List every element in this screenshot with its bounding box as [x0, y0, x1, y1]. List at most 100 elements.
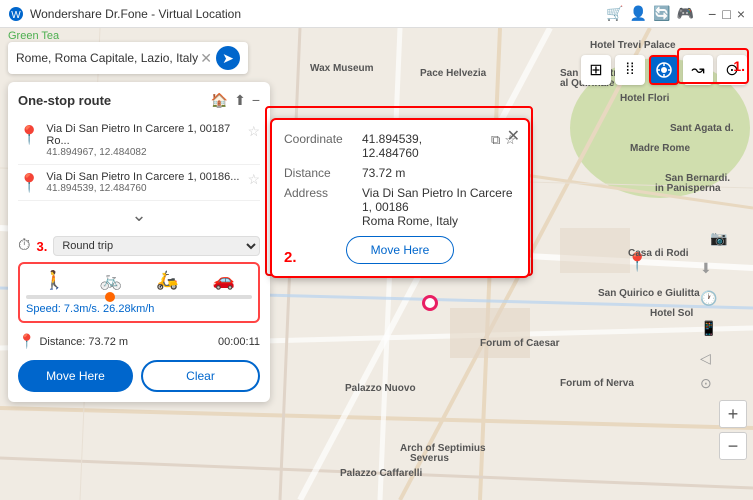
app-icon: W [8, 6, 24, 22]
map-label-casa-rodi: Casa di Rodi [628, 248, 689, 259]
title-bar-text: Wondershare Dr.Fone - Virtual Location [30, 7, 606, 21]
toolbar-top-row: ⊞ ⁞⁞ ↝ ⊙ [581, 55, 747, 85]
map-label-panisperna: in Panisperna [655, 183, 721, 194]
speed-text: Speed: 7.3m/s. 26.28km/h [26, 303, 252, 315]
map-label-caffarelli: Palazzo Caffarelli [340, 468, 422, 479]
map-label-forum-caesar: Forum of Caesar [480, 338, 559, 349]
popup-row-coordinate: Coordinate 41.894539, 12.484760 ⧉ ☆ [284, 132, 516, 160]
location-icon: 📍 [18, 333, 35, 350]
route-info-origin: Via Di San Pietro In Carcere 1, 00187 Ro… [46, 123, 241, 158]
popup-box: ✕ Coordinate 41.894539, 12.484760 ⧉ ☆ Di… [270, 118, 530, 278]
right-toolbar: ⊞ ⁞⁞ ↝ ⊙ [581, 55, 747, 85]
map-label-hotel-sol: Hotel Sol [650, 308, 693, 319]
star-icon-dest[interactable]: ☆ [247, 171, 260, 188]
popup-row-address: Address Via Di San Pietro In Carcere 1, … [284, 186, 516, 228]
user-icon[interactable]: 👤 [630, 5, 647, 22]
walk-icon[interactable]: 🚶 [43, 270, 65, 291]
popup-coord-value: 41.894539, 12.484760 [362, 132, 479, 160]
search-text: Rome, Roma Capitale, Lazio, Italy [16, 51, 200, 65]
popup-row-distance: Distance 73.72 m [284, 166, 516, 180]
search-clear-icon[interactable]: ✕ [200, 50, 212, 67]
home-icon[interactable]: 🏠 [211, 92, 228, 109]
origin-coords: 41.894967, 12.484082 [46, 147, 241, 158]
timer-row: ⏱ 3. Round trip [18, 236, 260, 256]
popup-addr-value: Via Di San Pietro In Carcere 1, 00186 Ro… [362, 186, 516, 228]
map-label-forum-nerva: Forum of Nerva [560, 378, 634, 389]
popup-close-button[interactable]: ✕ [507, 126, 520, 146]
refresh-icon[interactable]: 🔄 [653, 5, 670, 22]
svg-text:◁: ◁ [700, 350, 711, 366]
svg-text:⬇: ⬇ [700, 260, 712, 276]
close-btn[interactable]: × [737, 6, 745, 22]
popup-dist-label: Distance [284, 166, 354, 180]
zoom-in-button[interactable]: + [719, 400, 747, 428]
route-info-dest: Via Di San Pietro In Carcere 1, 00186...… [46, 171, 241, 194]
label-3: 3. [36, 239, 47, 254]
left-panel: One-stop route 🏠 ⬆ − 📍 Via Di San Pietro… [8, 82, 270, 402]
clear-button[interactable]: Clear [141, 360, 260, 392]
bottom-right-controls: + − [719, 400, 747, 460]
dest-dot: 📍 [18, 173, 40, 194]
timer-icon: ⏱ [18, 237, 30, 255]
svg-text:W: W [11, 10, 21, 21]
chevron-down-icon: ⌄ [131, 205, 146, 225]
map-label-hotel-flori: Hotel Flori [620, 93, 669, 104]
cart-icon[interactable]: 🛒 [606, 5, 623, 22]
zoom-out-button[interactable]: − [719, 432, 747, 460]
popup-coord-label: Coordinate [284, 132, 354, 160]
green-tea-label: Green Tea [8, 30, 59, 42]
round-trip-select[interactable]: Round trip [53, 236, 260, 256]
title-bar-controls: 🛒 👤 🔄 🎮 − □ × [606, 5, 745, 22]
map-label-severus: Severus [410, 453, 449, 464]
label-1: 1. [733, 58, 745, 74]
game-icon[interactable]: 🎮 [677, 5, 694, 22]
chevron-row: ⌄ [18, 201, 260, 230]
distance-label: Distance: 73.72 m [39, 336, 218, 348]
teleport-icon-btn[interactable] [649, 55, 679, 85]
teleport-icon [655, 61, 673, 79]
info-row-distance: 📍 Distance: 73.72 m 00:00:11 [18, 329, 260, 354]
panel-header: One-stop route 🏠 ⬆ − [18, 92, 260, 109]
origin-name: Via Di San Pietro In Carcere 1, 00187 Ro… [46, 123, 241, 147]
route-icon-btn[interactable]: ↝ [683, 55, 713, 85]
search-go-button[interactable]: ➤ [216, 46, 240, 70]
label-2: 2. [284, 249, 297, 266]
time-label: 00:00:11 [218, 336, 260, 348]
bottom-buttons: Move Here Clear [18, 360, 260, 392]
panel-title: One-stop route [18, 93, 111, 108]
title-bar: W Wondershare Dr.Fone - Virtual Location… [0, 0, 753, 28]
minimize-btn[interactable]: − [708, 6, 716, 22]
minimize-panel-icon[interactable]: − [252, 92, 260, 109]
transport-section: ⏱ 3. Round trip 🚶 🚲 🛵 🚗 Speed: 7.3m/s. 2… [18, 236, 260, 392]
map-label-pace: Pace Helvezia [420, 68, 486, 79]
arrow-right-icon: ➤ [222, 50, 234, 67]
route-item-origin: 📍 Via Di San Pietro In Carcere 1, 00187 … [18, 117, 260, 165]
maximize-btn[interactable]: □ [722, 6, 730, 22]
grid-icon-btn[interactable]: ⊞ [581, 55, 611, 85]
star-icon-origin[interactable]: ☆ [247, 123, 260, 140]
popup-addr-label: Address [284, 186, 354, 200]
origin-dot: 📍 [18, 125, 40, 146]
map-label-hotel-trevi: Hotel Trevi Palace [590, 40, 676, 51]
copy-icon[interactable]: ⧉ [491, 132, 500, 160]
popup-move-here-button[interactable]: Move Here [346, 236, 455, 264]
map-label-san-quirico: San Quirico e Giulitta [598, 288, 700, 299]
bike-icon[interactable]: 🚲 [100, 270, 122, 291]
export-icon[interactable]: ⬆ [234, 92, 246, 109]
map-label-madre: Madre Rome [630, 143, 690, 154]
moped-icon[interactable]: 🛵 [156, 270, 178, 291]
speed-slider[interactable] [26, 295, 252, 299]
dest-name: Via Di San Pietro In Carcere 1, 00186... [46, 171, 241, 183]
route-item-dest: 📍 Via Di San Pietro In Carcere 1, 00186.… [18, 165, 260, 201]
panel-header-icons: 🏠 ⬆ − [211, 92, 260, 109]
search-bar: Rome, Roma Capitale, Lazio, Italy ✕ ➤ [8, 42, 248, 74]
speed-box: 🚶 🚲 🛵 🚗 Speed: 7.3m/s. 26.28km/h [18, 262, 260, 323]
svg-text:📱: 📱 [700, 320, 717, 337]
svg-text:⊙: ⊙ [700, 375, 712, 391]
move-here-button[interactable]: Move Here [18, 360, 133, 392]
speed-thumb [105, 292, 115, 302]
popup-dist-value: 73.72 m [362, 166, 516, 180]
car-icon[interactable]: 🚗 [213, 270, 235, 291]
dots-icon-btn[interactable]: ⁞⁞ [615, 55, 645, 85]
svg-text:🕐: 🕐 [700, 290, 717, 307]
